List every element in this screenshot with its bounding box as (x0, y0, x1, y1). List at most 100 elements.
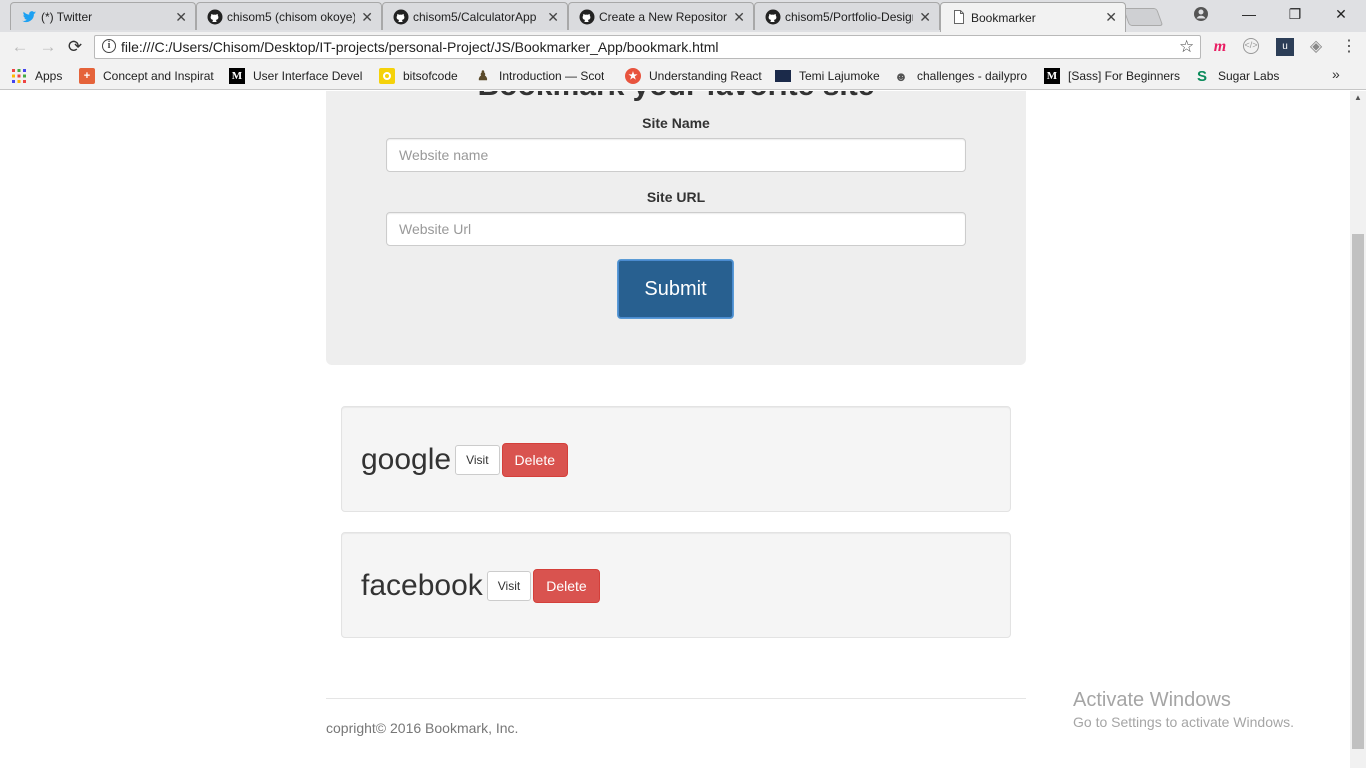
site-info-icon[interactable]: i (102, 39, 116, 53)
watermark-subtitle: Go to Settings to activate Windows. (1073, 714, 1294, 730)
bookmark-challenges[interactable]: ☻ challenges - dailypro (893, 67, 1033, 85)
profile-icon[interactable] (1193, 6, 1209, 22)
more-bookmarks-icon[interactable]: » (1332, 66, 1340, 82)
tab-title: chisom5/CalculatorApp (413, 9, 537, 24)
bookmark-row: facebook Visit Delete (361, 533, 600, 639)
extension-code-icon[interactable]: </> (1243, 38, 1259, 54)
new-tab-button[interactable] (1122, 8, 1164, 26)
footer-divider (326, 698, 1026, 699)
bookmark-sass[interactable]: M [Sass] For Beginners (1044, 67, 1182, 85)
tab-title: (*) Twitter (41, 9, 93, 24)
tab-title: Bookmarker (971, 10, 1036, 25)
tab-close-icon[interactable]: ✕ (733, 9, 745, 25)
twitter-icon (22, 11, 36, 23)
bookmarks-bar: Apps + Concept and Inspirat M User Inter… (0, 62, 1366, 90)
visit-button[interactable]: Visit (455, 445, 500, 475)
github-icon (207, 9, 223, 25)
tab-strip: (*) Twitter ✕ chisom5 (chisom okoye) ✕ c… (0, 0, 1366, 32)
bookmark-site-name: facebook (361, 569, 483, 602)
close-window-button[interactable]: ✕ (1318, 0, 1364, 28)
tab-close-icon[interactable]: ✕ (175, 9, 187, 25)
site-name-input[interactable] (386, 138, 966, 172)
tab-close-icon[interactable]: ✕ (919, 9, 931, 25)
delete-button[interactable]: Delete (533, 569, 600, 603)
bookmark-site-name: google (361, 443, 452, 476)
bookmark-label: challenges - dailypro (917, 69, 1028, 83)
bookmark-bitsofcode[interactable]: bitsofcode (379, 67, 469, 85)
github-icon (393, 9, 409, 25)
scrollbar-thumb[interactable] (1352, 234, 1364, 749)
delete-button[interactable]: Delete (501, 443, 569, 477)
site-url-input[interactable] (386, 212, 966, 246)
bookmark-concept[interactable]: + Concept and Inspirat (79, 67, 217, 85)
bookmark-star-icon[interactable]: ☆ (1179, 37, 1194, 57)
page-viewport: Bookmark your favorite site Site Name Si… (0, 91, 1350, 768)
bookmark-label: Understanding React (649, 69, 762, 83)
footer-copyright: copright© 2016 Bookmark, Inc. (326, 720, 519, 736)
extension-shield-icon[interactable]: ◈ (1307, 38, 1325, 56)
tab-title: Create a New Repository (599, 9, 727, 24)
windows-activation-watermark: Activate Windows Go to Settings to activ… (1073, 689, 1294, 730)
visit-button[interactable]: Visit (486, 571, 532, 601)
plus-box-icon: + (79, 68, 95, 84)
page-scrollbar[interactable]: ▲ (1350, 91, 1366, 768)
dark-square-icon (775, 70, 791, 82)
restore-button[interactable]: ❐ (1272, 0, 1318, 28)
github-icon (765, 9, 781, 25)
bookmark-row: google Visit Delete (361, 407, 569, 513)
bookmark-card: google Visit Delete (341, 406, 1011, 512)
bookmark-label: Introduction — Scot (499, 69, 605, 83)
bookmark-label: User Interface Devel (253, 69, 363, 83)
tab-title: chisom5 (chisom okoye) (227, 9, 355, 24)
medium-icon: M (1044, 68, 1060, 84)
bookmark-label: Apps (35, 69, 63, 83)
tab-close-icon[interactable]: ✕ (361, 9, 373, 25)
medium-icon: M (229, 68, 245, 84)
extension-u-icon[interactable]: u (1276, 38, 1294, 56)
tab-title: chisom5/Portfolio-Design (785, 9, 913, 24)
submit-button[interactable]: Submit (617, 259, 734, 319)
chrome-menu-icon[interactable]: ⋮ (1341, 38, 1357, 56)
github-icon (579, 9, 595, 25)
minimize-button[interactable]: — (1226, 0, 1272, 28)
bookmark-card: facebook Visit Delete (341, 532, 1011, 638)
tab-github-profile[interactable]: chisom5 (chisom okoye) ✕ (196, 2, 382, 30)
reddit-icon: ☻ (894, 68, 908, 84)
tab-close-icon[interactable]: ✕ (1105, 9, 1117, 25)
bookmark-temi[interactable]: Temi Lajumoke (775, 67, 887, 85)
forward-arrow-icon[interactable]: → (37, 37, 59, 57)
tab-portfolio-design[interactable]: chisom5/Portfolio-Design ✕ (754, 2, 940, 30)
tab-calculator-app[interactable]: chisom5/CalculatorApp ✕ (382, 2, 568, 30)
bookmark-sugar-labs[interactable]: S Sugar Labs (1194, 67, 1286, 85)
page-icon (954, 10, 964, 24)
bookmark-apps[interactable]: Apps (11, 67, 73, 85)
bookmark-label: Concept and Inspirat (103, 69, 214, 83)
browser-toolbar: ← → ⟳ file:///C:/Users/Chisom/Desktop/IT… (0, 32, 1366, 62)
tab-close-icon[interactable]: ✕ (547, 9, 559, 25)
bookmark-label: [Sass] For Beginners (1068, 69, 1181, 83)
bookmark-label: Temi Lajumoke (799, 69, 880, 83)
bookmark-label: bitsofcode (403, 69, 458, 83)
site-url-label: Site URL (646, 189, 706, 205)
tab-twitter[interactable]: (*) Twitter ✕ (10, 2, 196, 30)
page-title: Bookmark your favorite site (326, 91, 1026, 103)
site-name-label: Site Name (642, 115, 710, 131)
bitsofcode-icon (379, 68, 395, 84)
bookmark-introduction[interactable]: ♟ Introduction — Scot (475, 67, 611, 85)
bookmark-understanding-react[interactable]: ★ Understanding React (625, 67, 763, 85)
bookmark-form-panel: Bookmark your favorite site Site Name Si… (326, 91, 1026, 365)
tab-new-repository[interactable]: Create a New Repository ✕ (568, 2, 754, 30)
bookmark-label: Sugar Labs (1218, 69, 1280, 83)
sugar-labs-icon: S (1196, 67, 1207, 85)
apps-grid-icon (11, 68, 27, 84)
reload-icon[interactable]: ⟳ (64, 37, 86, 57)
watermark-title: Activate Windows (1073, 689, 1231, 711)
star-badge-icon: ★ (625, 68, 641, 84)
back-arrow-icon[interactable]: ← (9, 37, 31, 57)
scroll-up-arrow-icon[interactable]: ▲ (1350, 93, 1366, 105)
bookmark-ui-development[interactable]: M User Interface Devel (229, 67, 367, 85)
tab-bookmarker[interactable]: Bookmarker ✕ (940, 2, 1126, 32)
person-icon: ♟ (477, 68, 489, 83)
address-bar[interactable]: file:///C:/Users/Chisom/Desktop/IT-proje… (94, 35, 1201, 59)
extension-m-icon[interactable]: m (1211, 38, 1229, 56)
